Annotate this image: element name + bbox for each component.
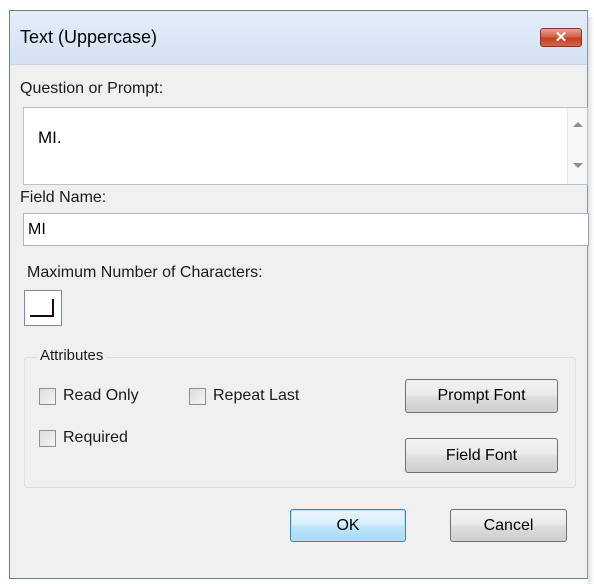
read-only-checkbox-box[interactable] bbox=[39, 387, 56, 405]
required-checkbox[interactable]: Required bbox=[39, 429, 128, 447]
read-only-checkbox[interactable]: Read Only bbox=[39, 387, 139, 405]
ok-button[interactable]: OK bbox=[290, 509, 406, 542]
dialog-title: Text (Uppercase) bbox=[20, 27, 158, 47]
repeat-last-label: Repeat Last bbox=[213, 387, 300, 404]
field-name-value: MI bbox=[28, 221, 46, 238]
cancel-button[interactable]: Cancel bbox=[450, 509, 567, 542]
attributes-title: Attributes bbox=[37, 347, 107, 364]
scroll-down-arrow-icon[interactable] bbox=[573, 163, 583, 168]
max-chars-input[interactable] bbox=[24, 290, 62, 326]
field-font-button[interactable]: Field Font bbox=[405, 438, 558, 473]
max-chars-label: Maximum Number of Characters: bbox=[27, 264, 263, 281]
repeat-last-checkbox[interactable]: Repeat Last bbox=[189, 387, 299, 405]
field-name-label: Field Name: bbox=[20, 189, 107, 206]
scroll-up-arrow-icon[interactable] bbox=[573, 122, 583, 127]
prompt-textarea[interactable]: MI. bbox=[23, 107, 588, 185]
close-button[interactable]: ✕ bbox=[540, 28, 582, 47]
title-bar[interactable]: Text (Uppercase) ✕ bbox=[10, 11, 587, 65]
repeat-last-checkbox-box[interactable] bbox=[189, 387, 206, 405]
max-chars-value bbox=[30, 299, 54, 317]
field-name-input[interactable]: MI bbox=[23, 213, 589, 246]
prompt-label: Question or Prompt: bbox=[20, 80, 164, 97]
dialog-window: Text (Uppercase) ✕ Question or Prompt: M… bbox=[9, 10, 594, 584]
required-label: Required bbox=[63, 429, 128, 446]
required-checkbox-box[interactable] bbox=[39, 429, 56, 447]
read-only-label: Read Only bbox=[63, 387, 139, 404]
prompt-value: MI. bbox=[38, 128, 62, 147]
close-icon: ✕ bbox=[554, 29, 568, 46]
prompt-font-button[interactable]: Prompt Font bbox=[405, 379, 558, 413]
prompt-scrollbar[interactable] bbox=[567, 108, 587, 184]
